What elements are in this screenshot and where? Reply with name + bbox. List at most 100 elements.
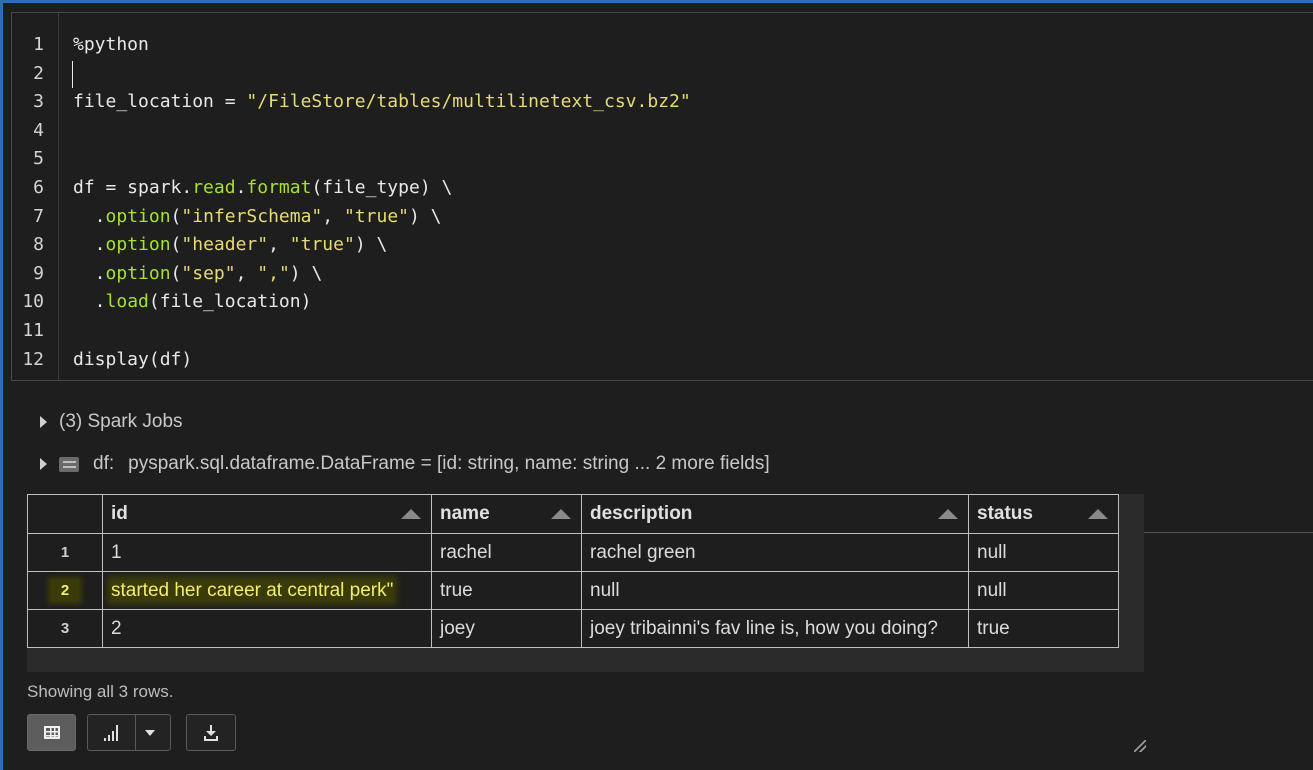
row-number: 2 (27, 571, 103, 610)
code-token: option (105, 262, 171, 284)
cell-value: joey tribainni's fav line is, how you do… (590, 617, 938, 639)
cell-value: rachel green (590, 541, 696, 563)
download-button[interactable] (186, 714, 236, 751)
sort-asc-icon[interactable] (551, 509, 571, 519)
code-token: display(df) (73, 348, 193, 370)
expand-triangle-icon[interactable] (40, 458, 47, 470)
table-cell-description[interactable]: rachel green (581, 533, 969, 572)
sort-asc-icon[interactable] (938, 509, 958, 519)
line-number: 11 (22, 320, 44, 341)
line-number: 12 (22, 348, 44, 370)
code-line[interactable]: 7 .option("inferSchema", "true") \ (12, 203, 1302, 232)
code-line[interactable]: 12 display(df) (12, 346, 1302, 375)
table-view-button[interactable] (27, 714, 76, 751)
code-token: ) \ (409, 205, 442, 227)
code-token: option (105, 205, 171, 227)
table-cell-id[interactable]: started her career at central perk" (102, 571, 432, 610)
resize-handle-icon[interactable] (1134, 740, 1146, 752)
table-cell-name[interactable]: true (431, 571, 582, 610)
code-token: . (73, 205, 106, 227)
sort-asc-icon[interactable] (1088, 509, 1108, 519)
results-table-container[interactable]: id name description status 1 1 rachel rache… (27, 494, 1313, 672)
download-icon (203, 724, 219, 741)
line-number: 8 (33, 234, 44, 256)
code-line[interactable]: 10 .load(file_location) (12, 288, 1302, 317)
bar-chart-icon (104, 724, 118, 741)
row-number: 1 (27, 533, 103, 572)
table-cell-name[interactable]: rachel (431, 533, 582, 572)
code-token: ( (170, 262, 182, 284)
table-cell-description[interactable]: joey tribainni's fav line is, how you do… (581, 609, 969, 648)
code-line[interactable]: 1 %python (12, 31, 1302, 60)
code-line[interactable]: 4 (12, 117, 1302, 146)
column-header-id[interactable]: id (102, 494, 432, 534)
row-number: 3 (27, 609, 103, 648)
row-number-text: 1 (60, 544, 70, 561)
spark-jobs-toggle[interactable]: (3) Spark Jobs (40, 409, 183, 435)
cell-value: null (977, 579, 1007, 601)
table-cell-id[interactable]: 1 (102, 533, 432, 572)
code-line[interactable]: 9 .option("sep", ",") \ (12, 260, 1302, 289)
code-token: "header" (181, 234, 269, 256)
header-divider (1144, 532, 1313, 533)
code-text: .load(file_location) (73, 288, 312, 317)
row-number-text: 2 (50, 580, 80, 601)
code-token: ) \ (354, 234, 388, 256)
cell-focus-border-left (0, 0, 3, 770)
code-token: (file_type) \ (311, 177, 453, 198)
code-token: . (73, 262, 106, 284)
caret-down-icon[interactable] (145, 729, 155, 736)
table-cell-description[interactable]: null (581, 571, 969, 610)
line-number: 6 (33, 177, 44, 198)
table-header-row: id name description status (27, 494, 1119, 534)
column-header-name[interactable]: name (431, 494, 582, 534)
code-token: ( (170, 234, 182, 256)
spark-jobs-label: (3) Spark Jobs (59, 411, 183, 432)
code-token: . (73, 234, 106, 256)
line-number: 3 (33, 91, 44, 113)
code-token: . (235, 177, 247, 198)
table-cell-status[interactable]: null (968, 533, 1119, 572)
code-line[interactable]: 5 (12, 145, 1302, 174)
expand-triangle-icon[interactable] (40, 416, 47, 428)
cell-value: 2 (111, 617, 122, 639)
table-cell-status[interactable]: true (968, 609, 1119, 648)
table-cell-id[interactable]: 2 (102, 609, 432, 648)
code-token: "true" (289, 234, 355, 256)
code-token: (file_location) (148, 291, 312, 313)
table-cell-name[interactable]: joey (431, 609, 582, 648)
code-token: file_location = (73, 91, 247, 113)
button-divider (135, 715, 136, 750)
table-row: 3 2 joey joey tribainni's fav line is, how … (27, 609, 1119, 648)
code-line[interactable]: 11 (12, 317, 1302, 346)
code-line[interactable]: 6 df = spark.read.format(file_type) \ (12, 174, 1302, 203)
cell-value: 1 (111, 541, 122, 563)
cell-value: joey (440, 617, 475, 639)
table-cell-status[interactable]: null (968, 571, 1119, 610)
code-token: df = spark. (73, 177, 193, 198)
code-token: %python (73, 34, 149, 55)
code-token: ( (170, 205, 182, 227)
code-line[interactable]: 3 file_location = "/FileStore/tables/mult… (12, 88, 1302, 117)
chart-view-button[interactable] (87, 714, 171, 751)
code-token: "true" (343, 205, 409, 227)
row-number-header (27, 494, 103, 534)
column-header-description[interactable]: description (581, 494, 969, 534)
cell-focus-border-top (0, 0, 1313, 3)
code-text: .option("sep", ",") \ (73, 260, 323, 289)
code-token: , (268, 234, 290, 256)
sort-asc-icon[interactable] (401, 509, 421, 519)
df-schema-text: pyspark.sql.dataframe.DataFrame = [id: s… (128, 453, 770, 474)
code-line[interactable]: 8 .option("header", "true") \ (12, 231, 1302, 260)
code-token: format (246, 177, 312, 198)
table-row: 1 1 rachel rachel green null (27, 533, 1119, 572)
code-editor[interactable]: 1 %python 2 3 file_location = "/FileStore/ta… (11, 12, 1313, 381)
cell-value: rachel (440, 541, 492, 563)
cell-value: null (977, 541, 1007, 563)
code-token: "," (257, 262, 290, 284)
column-header-status[interactable]: status (968, 494, 1119, 534)
line-number: 5 (33, 148, 44, 170)
dataframe-schema-toggle[interactable]: df: pyspark.sql.dataframe.DataFrame = [i… (40, 451, 770, 477)
code-line[interactable]: 2 (12, 60, 1302, 89)
line-number: 2 (33, 62, 44, 84)
